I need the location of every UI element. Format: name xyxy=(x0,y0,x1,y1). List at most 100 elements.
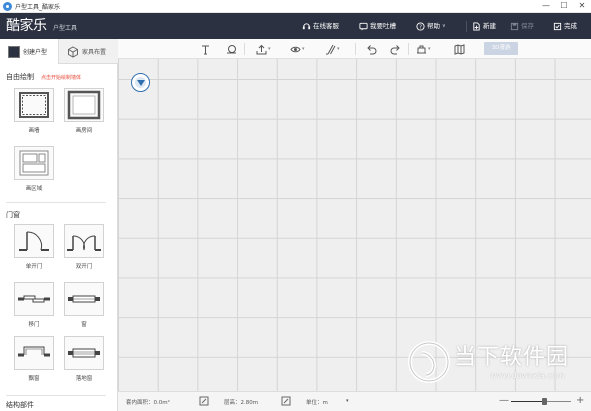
text-tool-button[interactable] xyxy=(200,42,211,56)
double-door-tool[interactable]: 双开门 xyxy=(64,224,104,270)
zoom-slider[interactable] xyxy=(511,398,571,405)
bay-window-icon xyxy=(14,336,54,370)
cube-icon xyxy=(68,45,78,58)
redo-button[interactable] xyxy=(390,42,401,56)
chevron-down-icon: ▾ xyxy=(428,46,431,52)
feedback-label: 我要吐槽 xyxy=(370,22,396,30)
sidebar-panel: 自由绘制 点击开始绘制墙体 画墙 画房间 画区域 门窗 单开门 双开门 移门 窗… xyxy=(0,64,118,411)
bay-window-label: 飘窗 xyxy=(28,376,40,382)
tab-furniture-layout-label: 家具布置 xyxy=(82,49,107,56)
chevron-down-icon: ▾ xyxy=(268,46,271,52)
window-tool[interactable]: 窗 xyxy=(64,282,104,328)
compass-icon[interactable] xyxy=(131,73,150,92)
sliding-door-tool[interactable]: 移门 xyxy=(14,282,54,328)
feedback-icon xyxy=(359,22,368,31)
brush-tool-button[interactable]: ▾ xyxy=(325,42,340,56)
maximize-button[interactable]: ☐ xyxy=(555,0,573,13)
double-door-icon xyxy=(64,224,104,258)
french-window-label: 落地窗 xyxy=(75,376,93,382)
window-title: 户型工具_酷家乐 xyxy=(15,4,61,11)
draw-room-tool[interactable]: 画房间 xyxy=(64,88,104,134)
minimize-button[interactable]: — xyxy=(537,0,555,13)
double-door-label: 双开门 xyxy=(75,264,93,270)
draw-wall-tool[interactable]: 画墙 xyxy=(14,88,54,134)
toolbar-divider xyxy=(355,43,356,55)
map-icon xyxy=(454,43,465,55)
toolbar-divider xyxy=(244,43,245,55)
zoom-out-button[interactable]: — xyxy=(499,395,509,407)
draw-area-tool[interactable]: 画区域 xyxy=(14,146,54,192)
french-window-icon xyxy=(64,336,104,370)
paint-bucket-button[interactable]: ▾ xyxy=(416,42,431,56)
online-service-button[interactable]: 在线客服 xyxy=(302,19,339,33)
undo-button[interactable] xyxy=(366,42,377,56)
redo-icon xyxy=(390,44,400,54)
tab-create-floorplan-label: 创建户型 xyxy=(23,49,48,56)
window-icon xyxy=(64,282,104,316)
edit-icon[interactable] xyxy=(281,396,291,406)
window-label: 窗 xyxy=(81,322,87,328)
app-header: 酷家乐 户型工具 在线客服 我要吐槽 ? 帮助 ∨ 新建 保存 完成 xyxy=(0,13,591,39)
brush-icon xyxy=(326,44,336,54)
save-icon xyxy=(510,22,519,30)
watermark: 当下软件园 www.downxia.com xyxy=(408,341,586,387)
save-button[interactable]: 保存 xyxy=(510,19,534,33)
chevron-down-icon: ▾ xyxy=(302,46,305,52)
3d-tour-button[interactable]: 3D漫游 xyxy=(484,42,518,55)
section-divider xyxy=(6,395,106,396)
single-door-tool[interactable]: 单开门 xyxy=(14,224,54,270)
toolbar-divider xyxy=(408,43,409,55)
measure-tool-button[interactable] xyxy=(226,42,237,56)
finish-button[interactable]: 完成 xyxy=(553,19,577,33)
headset-icon xyxy=(302,22,311,29)
single-door-icon xyxy=(14,224,54,258)
floorplan-icon xyxy=(8,45,20,58)
measure-icon xyxy=(227,44,236,53)
draw-area-label: 画区域 xyxy=(25,186,43,192)
text-icon xyxy=(202,45,209,54)
sliding-door-label: 移门 xyxy=(28,322,40,328)
bay-window-tool[interactable]: 飘窗 xyxy=(14,336,54,382)
feedback-button[interactable]: 我要吐槽 xyxy=(359,19,396,33)
zoom-slider-thumb[interactable] xyxy=(542,398,547,405)
draw-wall-icon xyxy=(14,88,54,122)
new-label: 新建 xyxy=(483,22,496,30)
online-service-label: 在线客服 xyxy=(313,22,339,30)
unit-select[interactable]: 单位：m xyxy=(306,398,328,406)
map-button[interactable] xyxy=(454,42,465,56)
chevron-down-icon: ▾ xyxy=(337,46,340,52)
brand-subtitle: 户型工具 xyxy=(53,25,78,32)
doors-windows-title: 门窗 xyxy=(6,211,20,219)
undo-icon xyxy=(367,44,377,54)
tab-furniture-layout[interactable]: 家具布置 xyxy=(59,39,118,64)
free-draw-hint: 点击开始绘制墙体 xyxy=(41,75,82,81)
brand-logo: 酷家乐 xyxy=(6,18,47,34)
finish-label: 完成 xyxy=(564,22,577,30)
single-door-label: 单开门 xyxy=(25,264,43,270)
menu-divider xyxy=(466,21,467,32)
sliding-door-icon xyxy=(14,282,54,316)
help-menu[interactable]: ? 帮助 ∨ xyxy=(416,19,446,33)
edit-icon[interactable] xyxy=(199,396,209,406)
view-toggle-button[interactable]: ▾ xyxy=(290,42,305,56)
new-file-icon xyxy=(473,21,480,31)
draw-wall-label: 画墙 xyxy=(28,128,40,134)
drawing-canvas[interactable]: 当下软件园 www.downxia.com xyxy=(118,59,591,391)
status-bar: 套内面积：0.0m² 层高：2.80m 单位：m ▾ — + xyxy=(118,391,591,411)
svg-text:?: ? xyxy=(419,24,422,30)
structure-title: 结构部件 xyxy=(6,401,34,409)
sidebar-tabs: 创建户型 家具布置 xyxy=(0,39,118,64)
draw-room-icon xyxy=(64,88,104,122)
upload-icon xyxy=(256,44,267,54)
draw-area-icon xyxy=(14,146,54,180)
tab-create-floorplan[interactable]: 创建户型 xyxy=(0,39,59,64)
chevron-down-icon: ∨ xyxy=(442,23,446,29)
french-window-tool[interactable]: 落地窗 xyxy=(64,336,104,382)
export-button[interactable]: ▾ xyxy=(256,42,271,56)
free-draw-title: 自由绘制 xyxy=(6,73,34,81)
close-window-button[interactable]: ✕ xyxy=(573,0,591,13)
new-button[interactable]: 新建 xyxy=(472,19,496,33)
zoom-in-button[interactable]: + xyxy=(576,395,584,407)
help-icon: ? xyxy=(416,21,425,30)
watermark-logo-icon xyxy=(408,341,450,383)
